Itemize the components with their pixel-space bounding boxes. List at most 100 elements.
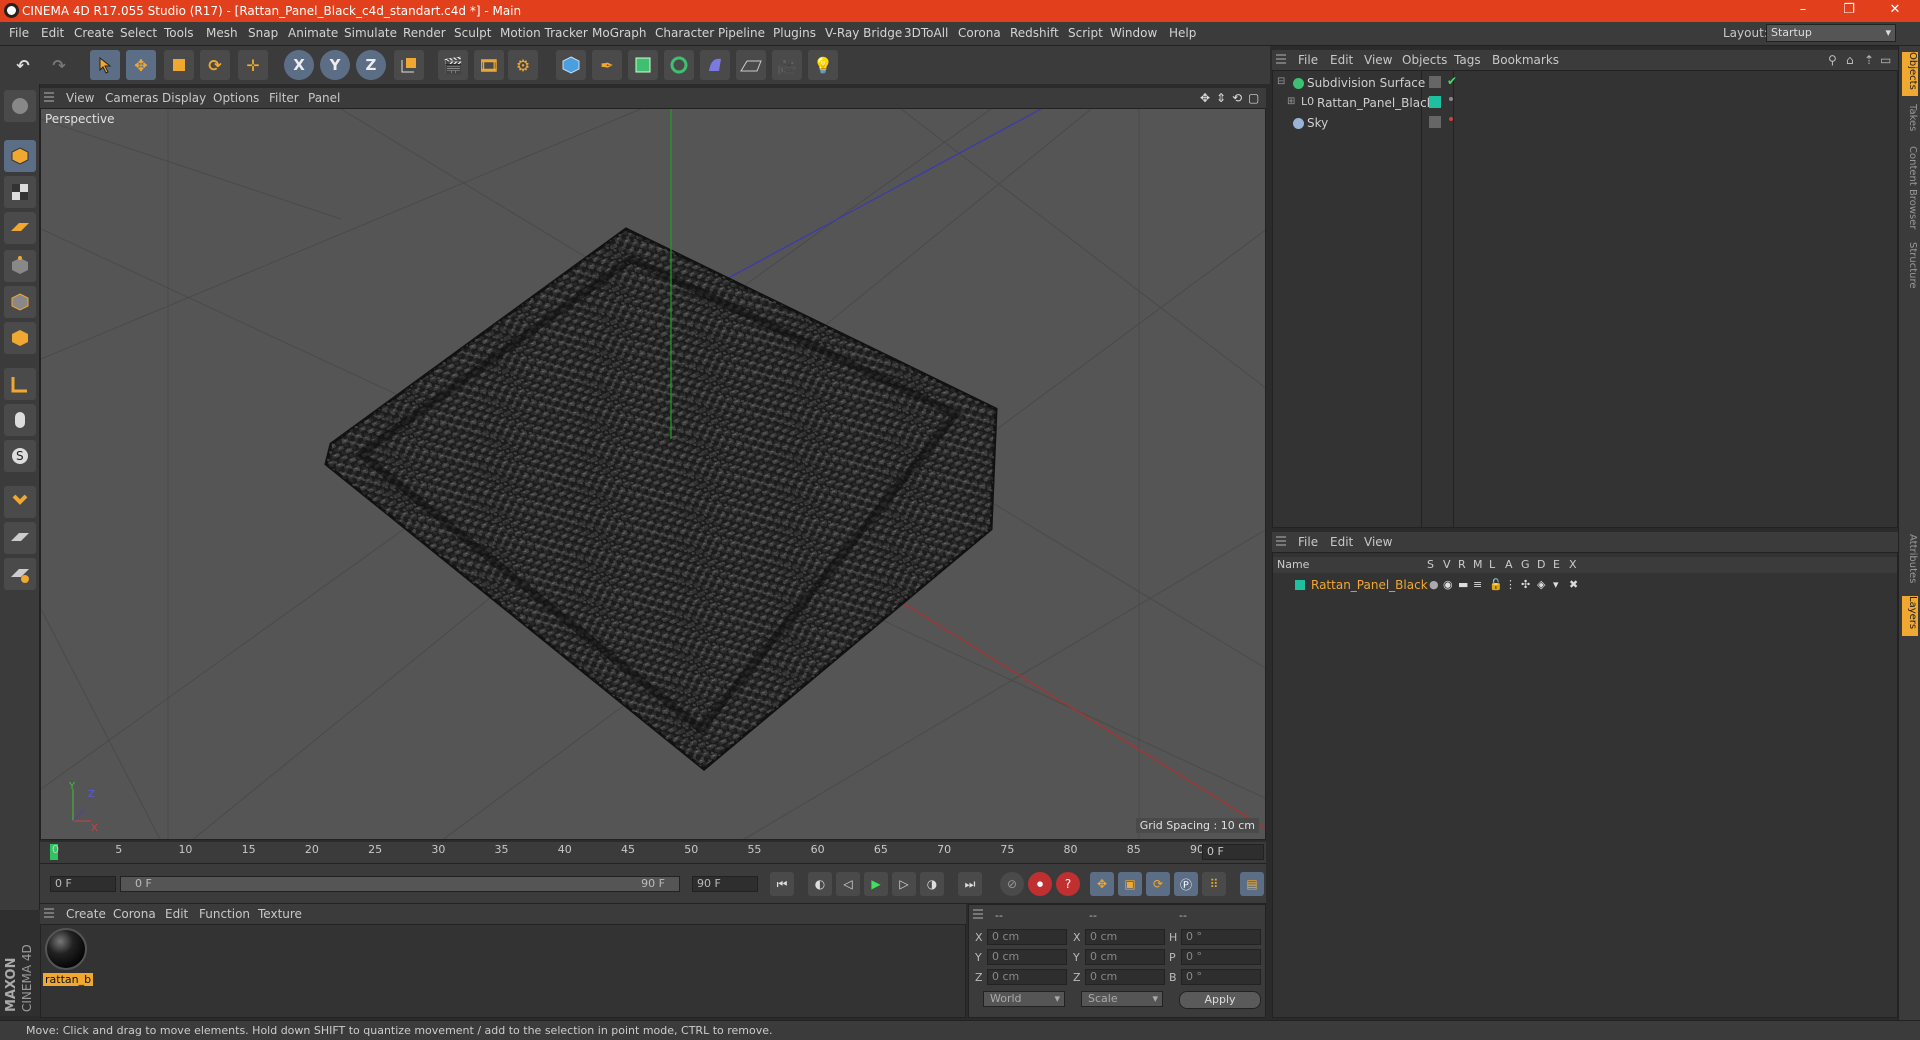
viewport-move-icon[interactable]: ✥ [1200,91,1210,105]
magnet-icon[interactable] [4,486,36,518]
menu-motion-tracker[interactable]: Motion Tracker [500,26,588,40]
viewport-menu-view[interactable]: View [66,91,94,105]
lock-toggle-icon[interactable]: 🔓 [1489,578,1503,591]
layer-color-icon[interactable] [1295,580,1305,590]
viewport-perspective[interactable]: Y Z X Perspective Grid Spacing : 10 cm [40,108,1266,840]
rot-b-field[interactable]: 0 ° [1181,969,1261,985]
menu-3dtoall[interactable]: 3DToAll [904,26,948,40]
up-icon[interactable]: ⇡ [1864,53,1874,67]
material-menu-edit[interactable]: Edit [165,907,188,921]
size-mode-dropdown[interactable]: Scale ▾ [1081,991,1163,1007]
viewport-menu-options[interactable]: Options [213,91,259,105]
column-animation[interactable]: A [1505,558,1513,571]
next-frame-icon[interactable]: ▷ [892,872,916,896]
cube-icon[interactable] [556,50,586,80]
menu-plugins[interactable]: Plugins [773,26,816,40]
workplane-icon[interactable] [4,212,36,244]
column-solo[interactable]: S [1427,558,1434,571]
make-editable-icon[interactable] [4,90,36,122]
object-menu-view[interactable]: View [1364,53,1392,67]
snap-icon[interactable]: S [4,440,36,472]
live-selection-icon[interactable] [90,50,120,80]
axis-mode-icon[interactable] [4,368,36,400]
home-icon[interactable]: ⌂ [1846,53,1854,67]
rot-h-field[interactable]: 0 ° [1181,929,1261,945]
array-icon[interactable] [664,50,694,80]
expand-icon[interactable]: ⊞ [1287,96,1295,107]
object-menu-file[interactable]: File [1298,53,1318,67]
end-frame-field[interactable]: 90 F [692,876,758,892]
material-swatch[interactable]: rattan_b [41,925,94,989]
manager-toggle-icon[interactable]: ≡ [1473,578,1482,591]
viewport-menu-cameras[interactable]: Cameras [105,91,158,105]
deformer-toggle-icon[interactable]: ◈ [1537,578,1545,591]
material-menu-function[interactable]: Function [199,907,250,921]
render-view-icon[interactable]: 🎬 [438,50,468,80]
tab-attributes[interactable]: Attributes [1902,534,1918,590]
coordinate-system-icon[interactable] [394,50,424,80]
tree-row-rattan-panel[interactable]: ⊞ L0 Rattan_Panel_Black [1273,93,1897,113]
menu-window[interactable]: Window [1110,26,1157,40]
viewport-menu-filter[interactable]: Filter [269,91,299,105]
layer-name[interactable]: Rattan_Panel_Black [1311,578,1428,592]
tweak-mode-icon[interactable] [4,404,36,436]
floor-icon[interactable] [736,50,766,80]
collapse-icon[interactable]: ⊟ [1277,76,1285,87]
menu-sculpt[interactable]: Sculpt [454,26,491,40]
solo-toggle-icon[interactable]: ● [1429,578,1439,591]
go-to-end-icon[interactable]: ⏭ [958,872,982,896]
search-icon[interactable]: ⚲ [1828,53,1837,67]
previous-frame-icon[interactable]: ◁ [836,872,860,896]
menu-help[interactable]: Help [1169,26,1196,40]
play-forward-icon[interactable]: ▶ [864,872,888,896]
record-keyframe-icon[interactable]: ⊘ [1000,872,1024,896]
size-z-field[interactable]: 0 cm [1085,969,1165,985]
menu-select[interactable]: Select [120,26,157,40]
column-xref[interactable]: X [1569,558,1577,571]
menu-tools[interactable]: Tools [164,26,194,40]
menu-redshift[interactable]: Redshift [1010,26,1059,40]
tree-row-sky[interactable]: Sky [1273,113,1897,133]
editor-visibility-icon[interactable] [1429,116,1441,128]
x-axis-lock-icon[interactable]: X [284,50,314,80]
column-generators[interactable]: G [1521,558,1530,571]
material-menu-corona[interactable]: Corona [113,907,156,921]
menu-mesh[interactable]: Mesh [206,26,238,40]
menu-mograph[interactable]: MoGraph [592,26,647,40]
viewport-menu-display[interactable]: Display [162,91,206,105]
animation-toggle-icon[interactable]: ⋮ [1505,578,1516,591]
z-axis-lock-icon[interactable]: Z [356,50,386,80]
menu-animate[interactable]: Animate [288,26,338,40]
pos-z-field[interactable]: 0 cm [987,969,1067,985]
scale-icon[interactable] [164,50,194,80]
multi-tool-icon[interactable]: ✛ [238,50,268,80]
render-settings-icon[interactable]: ⚙ [508,50,538,80]
key-position-icon[interactable]: ✥ [1090,872,1114,896]
editor-visibility-icon[interactable] [1429,76,1441,88]
lock-workplane-icon[interactable] [4,522,36,554]
model-mode-icon[interactable] [4,140,36,172]
menu-create[interactable]: Create [74,26,114,40]
timeline-ruler[interactable]: 0 5 10 15 20 25 30 35 40 45 50 55 60 65 70 75 80 85 90 0 F [40,842,1266,864]
polygons-mode-icon[interactable] [4,322,36,354]
menu-snap[interactable]: Snap [248,26,278,40]
render-picture-viewer-icon[interactable]: 🎞 [474,50,504,80]
tree-row-subdivision-surface[interactable]: ⊟ Subdivision Surface ✔ [1273,73,1897,93]
tab-structure[interactable]: Structure [1902,242,1918,296]
previous-key-icon[interactable]: ◐ [808,872,832,896]
key-rotation-icon[interactable]: ⟳ [1146,872,1170,896]
object-menu-tags[interactable]: Tags [1454,53,1481,67]
expression-toggle-icon[interactable]: ▾ [1553,578,1559,591]
rotate-icon[interactable]: ⟳ [200,50,230,80]
rattan-panel-mesh[interactable] [324,227,998,771]
column-deformers[interactable]: D [1537,558,1545,571]
deformer-icon[interactable] [700,50,730,80]
tab-layers[interactable]: Layers [1902,596,1918,636]
menu-render[interactable]: Render [403,26,446,40]
edges-mode-icon[interactable] [4,286,36,318]
go-to-start-icon[interactable]: ⏮ [770,872,794,896]
object-menu-edit[interactable]: Edit [1330,53,1353,67]
menu-vray-bridge[interactable]: V-Ray Bridge [825,26,902,40]
generator-toggle-icon[interactable]: ✣ [1521,578,1530,591]
points-mode-icon[interactable] [4,250,36,282]
